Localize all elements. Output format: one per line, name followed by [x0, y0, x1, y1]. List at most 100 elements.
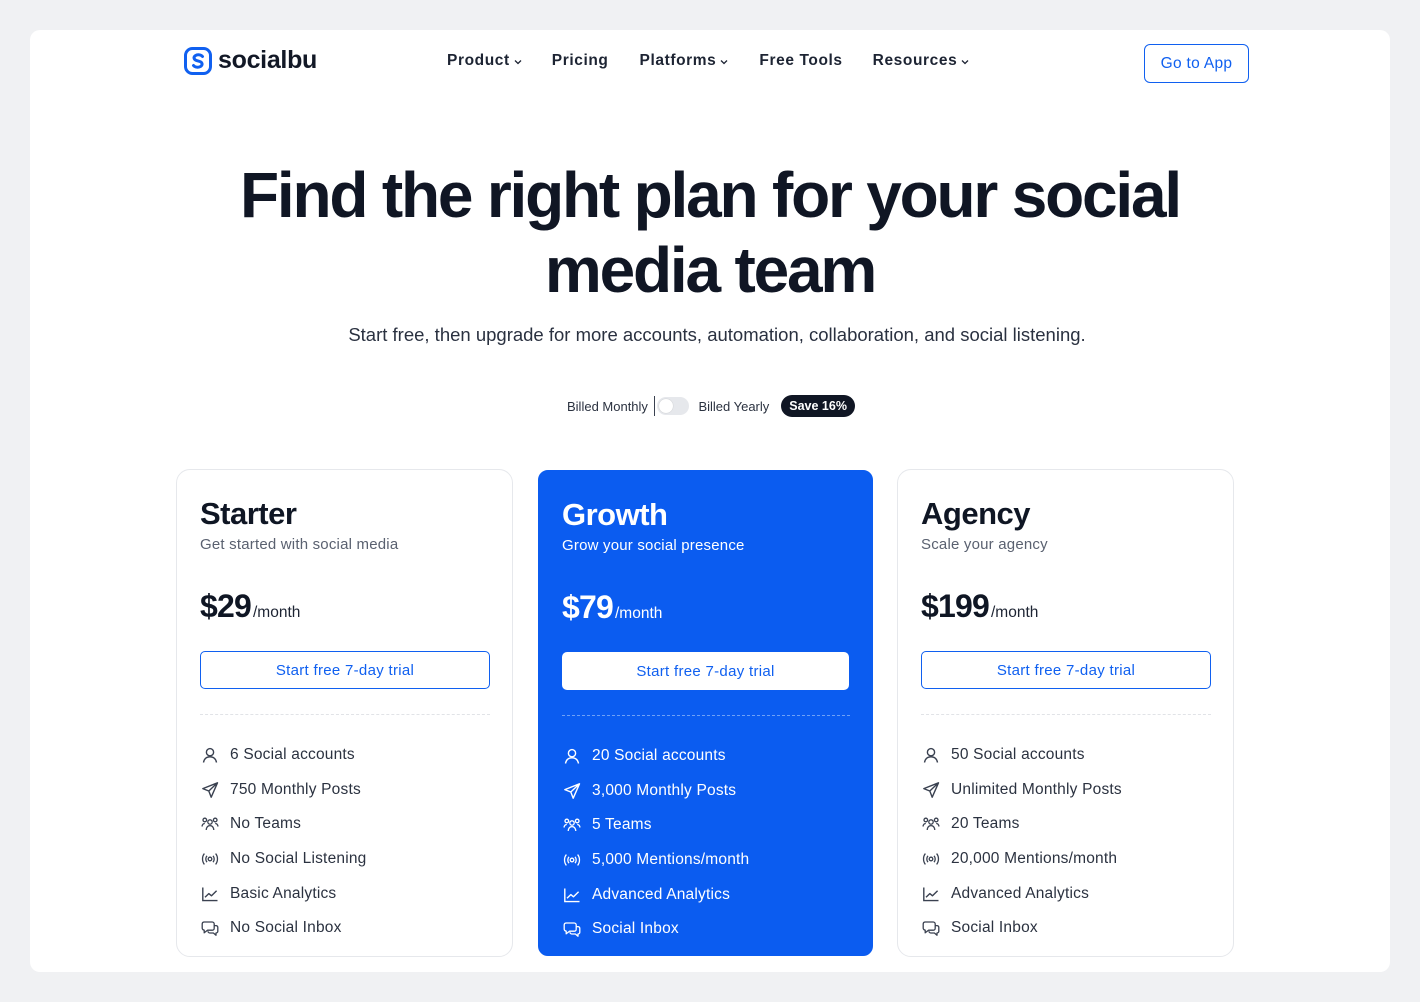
- save-badge: Save 16%: [781, 395, 855, 417]
- nav-label: Platforms: [639, 52, 717, 69]
- price-period: /month: [615, 605, 663, 622]
- plan-name: Agency: [921, 496, 1030, 531]
- feature-item: Basic Analytics: [200, 876, 490, 911]
- feature-item: 5 Teams: [562, 808, 852, 843]
- billed-yearly-label[interactable]: Billed Yearly: [698, 399, 769, 414]
- start-trial-button[interactable]: Start free 7-day trial: [562, 652, 849, 690]
- brand-logo[interactable]: socialbu: [184, 46, 317, 75]
- user-icon: [921, 745, 941, 765]
- feature-text: No Teams: [230, 815, 302, 833]
- feature-item: 50 Social accounts: [921, 738, 1211, 773]
- feature-list: 50 Social accounts Unlimited Monthly Post…: [921, 738, 1211, 946]
- user-icon: [562, 746, 582, 766]
- chevron-down-icon: [961, 60, 969, 65]
- feature-item: 5,000 Mentions/month: [562, 843, 852, 878]
- plan-tagline: Get started with social media: [200, 536, 399, 553]
- plan-card-starter: Starter Get started with social media $2…: [176, 469, 513, 957]
- feature-text: Advanced Analytics: [951, 884, 1090, 902]
- feature-item: No Social Listening: [200, 842, 490, 877]
- feature-item: No Social Inbox: [200, 911, 490, 946]
- chevron-down-icon: [514, 60, 522, 65]
- nav-label: Product: [447, 52, 510, 69]
- price-period: /month: [991, 604, 1039, 621]
- socialbu-logo-icon: [184, 46, 212, 75]
- feature-list: 20 Social accounts 3,000 Monthly Posts 5 T…: [562, 739, 852, 947]
- user-icon: [200, 745, 220, 765]
- main-nav: Product Pricing Platforms Free Tools Res…: [447, 52, 970, 70]
- feature-item: Advanced Analytics: [562, 877, 852, 912]
- feature-list: 6 Social accounts 750 Monthly Posts No Tea…: [200, 738, 490, 946]
- send-icon: [200, 780, 220, 800]
- feature-text: No Social Inbox: [230, 919, 342, 937]
- price-period: /month: [253, 604, 301, 621]
- feature-item: 20 Teams: [921, 807, 1211, 842]
- feature-item: 6 Social accounts: [200, 738, 490, 773]
- feature-item: Advanced Analytics: [921, 876, 1211, 911]
- nav-item-product[interactable]: Product: [447, 52, 523, 70]
- chat-icon: [562, 919, 582, 939]
- plan-price: $79 /month: [562, 589, 662, 626]
- feature-item: 20,000 Mentions/month: [921, 842, 1211, 877]
- plan-card-growth: Growth Grow your social presence $79 /mo…: [538, 470, 873, 956]
- nav-item-platforms[interactable]: Platforms: [640, 52, 730, 70]
- feature-text: Social Inbox: [592, 920, 679, 938]
- dashed-divider: [200, 714, 490, 715]
- price-amount: $199: [921, 588, 990, 624]
- start-trial-button[interactable]: Start free 7-day trial: [921, 651, 1211, 689]
- plan-name: Growth: [562, 497, 668, 532]
- nav-item-resources[interactable]: Resources: [873, 52, 971, 70]
- start-trial-button[interactable]: Start free 7-day trial: [200, 651, 490, 689]
- price-amount: $79: [562, 589, 614, 625]
- feature-text: 5,000 Mentions/month: [592, 851, 750, 869]
- chat-icon: [921, 918, 941, 938]
- feature-text: Basic Analytics: [230, 884, 337, 902]
- feature-item: Social Inbox: [562, 912, 852, 947]
- billed-monthly-label[interactable]: Billed Monthly: [567, 399, 648, 414]
- nav-label: Free Tools: [759, 52, 843, 69]
- plan-price: $199 /month: [921, 588, 1038, 625]
- nav-item-pricing[interactable]: Pricing: [552, 52, 609, 70]
- dashed-divider: [921, 714, 1211, 715]
- broadcast-icon: [200, 849, 220, 869]
- page-subtitle: Start free, then upgrade for more accoun…: [348, 324, 1086, 345]
- feature-text: 20 Teams: [951, 815, 1020, 833]
- feature-item: 20 Social accounts: [562, 739, 852, 774]
- billing-toggle-row: Billed Monthly Billed Yearly Save 16%: [567, 394, 855, 418]
- broadcast-icon: [562, 850, 582, 870]
- team-icon: [921, 814, 941, 834]
- chevron-down-icon: [720, 60, 728, 65]
- feature-text: Social Inbox: [951, 919, 1038, 937]
- broadcast-icon: [921, 849, 941, 869]
- send-icon: [562, 781, 582, 801]
- nav-label: Resources: [872, 52, 958, 69]
- plan-tagline: Scale your agency: [921, 536, 1048, 553]
- brand-name: socialbu: [218, 46, 318, 74]
- feature-item: Social Inbox: [921, 911, 1211, 946]
- feature-text: 20,000 Mentions/month: [951, 850, 1118, 868]
- feature-text: Unlimited Monthly Posts: [951, 780, 1122, 798]
- go-to-app-button[interactable]: Go to App: [1144, 44, 1249, 83]
- feature-text: No Social Listening: [230, 850, 367, 868]
- chat-icon: [200, 918, 220, 938]
- plan-card-agency: Agency Scale your agency $199 /month Sta…: [897, 469, 1234, 957]
- feature-item: Unlimited Monthly Posts: [921, 773, 1211, 808]
- divider: [653, 396, 656, 416]
- feature-item: 750 Monthly Posts: [200, 773, 490, 808]
- feature-text: 5 Teams: [592, 816, 652, 834]
- nav-label: Pricing: [551, 52, 609, 69]
- feature-item: 3,000 Monthly Posts: [562, 774, 852, 809]
- plan-tagline: Grow your social presence: [562, 537, 745, 554]
- page-title: Find the right plan for your social medi…: [240, 159, 1182, 306]
- feature-text: 3,000 Monthly Posts: [592, 781, 737, 799]
- chart-icon: [562, 885, 582, 905]
- feature-text: 750 Monthly Posts: [230, 780, 361, 798]
- dashed-divider: [562, 715, 850, 716]
- page-frame: socialbu Product Pricing Platforms Free …: [30, 30, 1390, 972]
- feature-text: Advanced Analytics: [592, 885, 731, 903]
- nav-item-free-tools[interactable]: Free Tools: [759, 52, 842, 70]
- feature-text: 20 Social accounts: [592, 747, 726, 765]
- billing-switch[interactable]: [657, 397, 690, 415]
- plan-name: Starter: [200, 496, 297, 531]
- feature-item: No Teams: [200, 807, 490, 842]
- chart-icon: [921, 884, 941, 904]
